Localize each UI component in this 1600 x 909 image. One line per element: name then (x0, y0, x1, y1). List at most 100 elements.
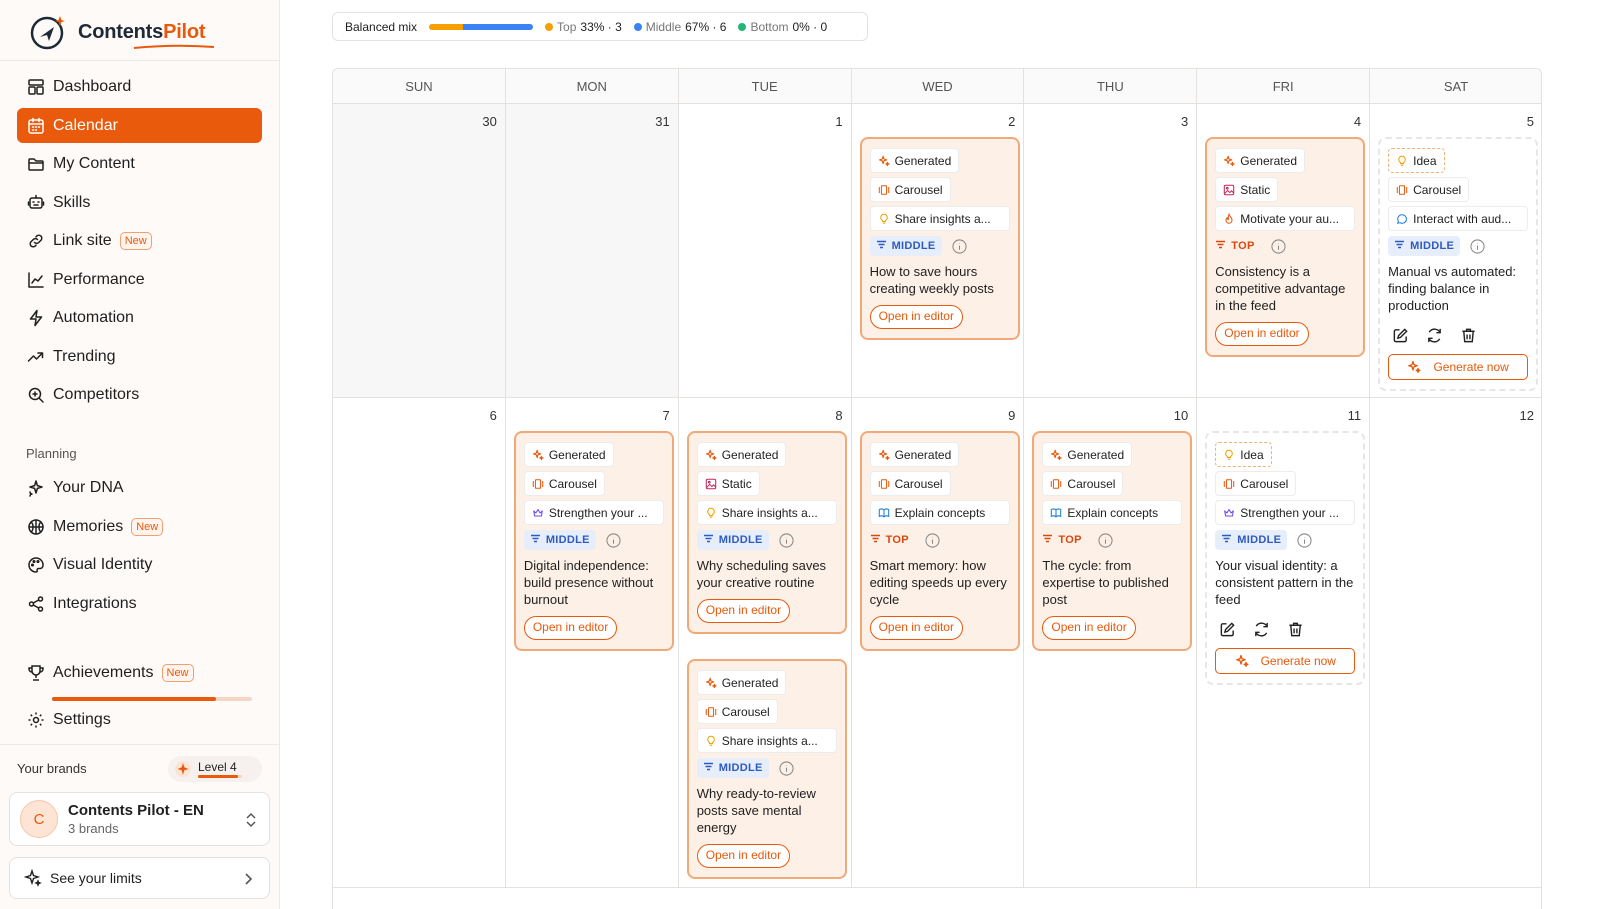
trash-icon[interactable] (1287, 621, 1304, 638)
goal-chip-row: Explain concepts (869, 500, 1010, 529)
sidebar-item-trending[interactable]: Trending (17, 339, 262, 374)
post-card[interactable]: Generated Carousel Strengthen your ... MIDD… (513, 431, 674, 651)
open-in-editor-button[interactable]: Open in editor (1215, 322, 1309, 346)
info-icon[interactable] (606, 532, 621, 548)
sparkle-orange-icon (705, 677, 717, 688)
see-limits-button[interactable]: See your limits (9, 857, 270, 899)
sidebar-item-dashboard[interactable]: Dashboard (17, 69, 262, 104)
calendar-day-cell[interactable]: 5 Idea Carousel Interact with aud... MIDDLE M… (1370, 104, 1541, 398)
calendar-day-cell[interactable]: 2 Generated Carousel Share insights a... MID… (851, 104, 1025, 398)
search-icon (28, 387, 44, 403)
trash-icon[interactable] (1460, 327, 1477, 344)
open-in-editor-button[interactable]: Open in editor (869, 305, 963, 329)
open-in-editor-button[interactable]: Open in editor (696, 599, 791, 623)
calendar-day-cell[interactable]: 12 (1370, 398, 1541, 888)
sidebar-item-label: Competitors (53, 385, 140, 403)
open-in-editor-button[interactable]: Open in editor (869, 616, 963, 640)
sidebar-item-skills[interactable]: Skills (17, 185, 262, 220)
post-title: Digital independence: build presence wit… (523, 558, 654, 607)
generate-now-button[interactable]: Generate now (1215, 648, 1356, 674)
idea-actions (1388, 322, 1528, 348)
weekday-header-tue: TUE (678, 69, 852, 104)
sidebar-item-calendar[interactable]: Calendar (17, 108, 262, 143)
calendar-day-cell[interactable]: 11 Idea Carousel Strengthen your ... MIDDLE Y… (1197, 398, 1371, 888)
info-icon[interactable] (1271, 238, 1286, 254)
crown-icon (1224, 508, 1235, 517)
sidebar-item-competitors[interactable]: Competitors (17, 377, 262, 412)
status-chip-row: Idea (1388, 148, 1528, 177)
info-icon[interactable] (1098, 532, 1113, 548)
palette-icon (28, 556, 44, 573)
post-card[interactable]: Idea Carousel Strengthen your ... MIDDLE You… (1205, 431, 1366, 685)
calendar-day-cell[interactable]: 10 Generated Carousel Explain concepts TOP Th… (1024, 398, 1198, 888)
day-number: 9 (1008, 408, 1016, 423)
sidebar-item-performance[interactable]: Performance (17, 262, 262, 297)
post-title: How to save hours creating weekly posts (869, 264, 994, 296)
edit-icon[interactable] (1219, 621, 1236, 638)
edit-icon[interactable] (1392, 327, 1409, 344)
goal-chip: Explain concepts (1042, 500, 1183, 525)
status-chip-label: Generated (721, 447, 779, 462)
level-pill[interactable]: Level 4 (168, 756, 262, 782)
sidebar-item-my-content[interactable]: My Content (17, 146, 262, 181)
post-card[interactable]: Generated Static Share insights a... MIDDLE… (686, 431, 847, 634)
brand-switcher[interactable]: C Contents Pilot - EN 3 brands (9, 792, 270, 846)
sidebar-item-visual-identity[interactable]: Visual Identity (17, 547, 262, 582)
post-title: The cycle: from expertise to published p… (1042, 558, 1169, 607)
sidebar-item-achievements[interactable]: Achievements New (17, 655, 262, 690)
post-card[interactable]: Generated Carousel Explain concepts TOP Smar… (859, 431, 1020, 651)
info-icon[interactable] (779, 760, 794, 776)
funnel-level-badge: TOP (1215, 236, 1260, 256)
weekday-header-wed: WED (851, 69, 1025, 104)
refresh-icon[interactable] (1253, 621, 1270, 638)
funnel-level-row: MIDDLE (696, 529, 837, 551)
calendar-day-cell[interactable]: 31 (505, 104, 679, 398)
sidebar-item-automation[interactable]: Automation (17, 300, 262, 335)
info-icon[interactable] (1297, 532, 1312, 548)
sidebar-item-label: Link site (53, 231, 112, 249)
sidebar-item-memories[interactable]: Memories New (17, 509, 262, 544)
info-icon[interactable] (925, 532, 940, 548)
format-chip: Carousel (1215, 471, 1297, 496)
calendar-day-cell[interactable]: 8 Generated Static Share insights a... MIDDL… (678, 398, 852, 888)
chat-icon (1397, 213, 1408, 224)
day-number: 5 (1526, 114, 1534, 129)
post-card[interactable]: Generated Carousel Explain concepts TOP The … (1032, 431, 1193, 651)
open-in-editor-button[interactable]: Open in editor (523, 616, 618, 640)
refresh-icon[interactable] (1426, 327, 1443, 344)
day-number: 6 (489, 408, 497, 423)
brands-label: Your brands (17, 761, 87, 776)
flame-icon (1225, 212, 1233, 224)
post-card[interactable]: Idea Carousel Interact with aud... MIDDLE Ma… (1378, 137, 1539, 391)
format-chip-label: Static (721, 476, 752, 491)
calendar-day-cell[interactable]: 9 Generated Carousel Explain concepts TOP Sma… (851, 398, 1025, 888)
mix-title: Balanced mix (345, 19, 418, 34)
open-in-editor-button[interactable]: Open in editor (1042, 616, 1136, 640)
weekday-header-sat: SAT (1370, 69, 1541, 104)
sidebar-item-your-dna[interactable]: Your DNA (17, 470, 262, 505)
calendar-day-cell[interactable]: 4 Generated Static Motivate your au... TOP Co… (1197, 104, 1371, 398)
calendar-day-cell[interactable]: 7 Generated Carousel Strengthen your ... MID… (505, 398, 679, 888)
calendar-day-cell[interactable]: 30 (333, 104, 506, 398)
sidebar-item-link-site[interactable]: Link site New (17, 223, 262, 258)
sidebar-item-label: Integrations (53, 594, 137, 612)
info-icon[interactable] (1470, 238, 1485, 254)
post-card[interactable]: Generated Carousel Share insights a... MIDD… (686, 659, 847, 879)
sidebar-item-integrations[interactable]: Integrations (17, 586, 262, 621)
calendar-day-cell[interactable]: 6 (333, 398, 506, 888)
info-icon[interactable] (951, 238, 967, 254)
post-card[interactable]: Generated Carousel Share insights a... MIDD… (859, 137, 1020, 340)
day-number: 11 (1347, 408, 1362, 423)
folder-icon (28, 157, 44, 171)
open-in-editor-button[interactable]: Open in editor (696, 844, 791, 868)
format-chip: Static (1215, 177, 1279, 202)
calendar-day-cell[interactable]: 1 (678, 104, 852, 398)
post-card[interactable]: Generated Static Motivate your au... TOP Con… (1205, 137, 1366, 357)
sidebar-item-settings[interactable]: Settings (17, 702, 262, 737)
generate-now-button[interactable]: Generate now (1388, 354, 1529, 380)
calendar-day-cell[interactable]: 3 (1024, 104, 1198, 398)
post-title: Why ready-to-review posts save mental en… (696, 786, 816, 835)
goal-chip: Explain concepts (869, 500, 1010, 525)
info-icon[interactable] (779, 532, 794, 548)
format-chip: Carousel (696, 699, 778, 724)
